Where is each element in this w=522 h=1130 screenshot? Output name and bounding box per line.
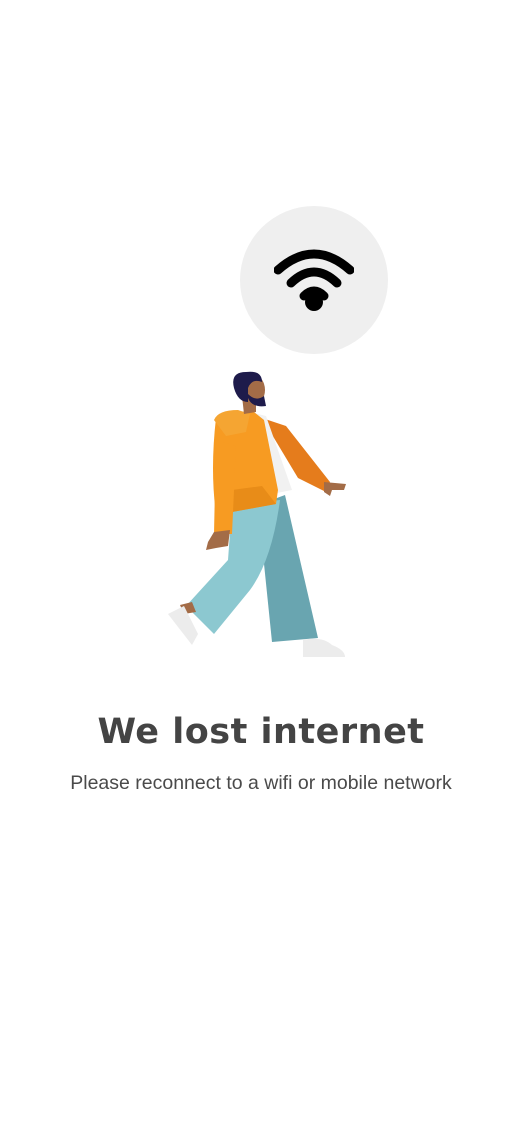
wifi-icon	[274, 249, 354, 311]
walking-person-illustration	[168, 371, 346, 657]
offline-screen: We lost internet Please reconnect to a w…	[0, 0, 522, 1130]
wifi-bubble	[240, 206, 388, 354]
page-title: We lost internet	[97, 712, 425, 752]
page-subtitle: Please reconnect to a wifi or mobile net…	[70, 772, 452, 794]
